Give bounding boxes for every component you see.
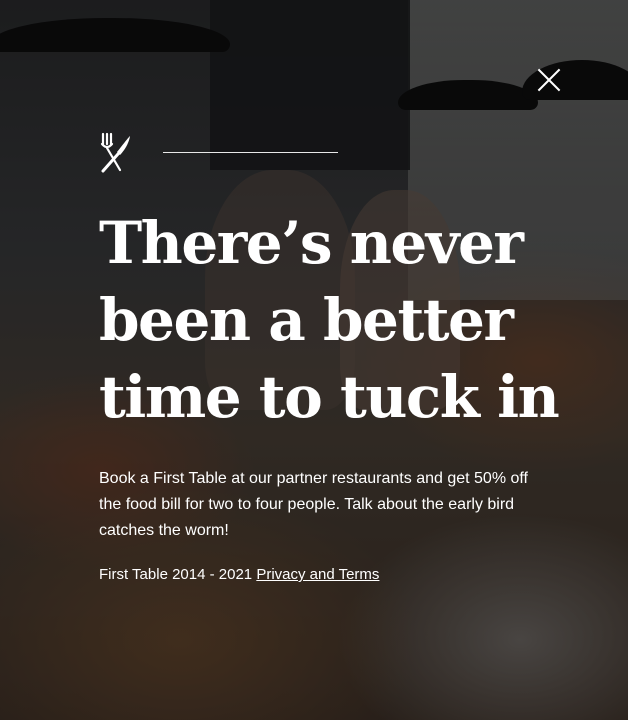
close-icon[interactable] xyxy=(535,66,563,94)
privacy-terms-link[interactable]: Privacy and Terms xyxy=(256,566,379,583)
copyright-text: First Table 2014 - 2021 xyxy=(99,566,253,583)
footer: First Table 2014 - 2021 Privacy and Term… xyxy=(99,563,379,587)
divider-line xyxy=(163,152,338,153)
headline: There’s never been a better time to tuck… xyxy=(99,205,569,436)
headline-line: been a better xyxy=(99,286,514,354)
headline-line: time to tuck in xyxy=(99,363,560,431)
headline-line: There’s never xyxy=(99,209,524,277)
promo-description: Book a First Table at our partner restau… xyxy=(99,470,528,539)
fork-knife-icon xyxy=(100,132,130,173)
